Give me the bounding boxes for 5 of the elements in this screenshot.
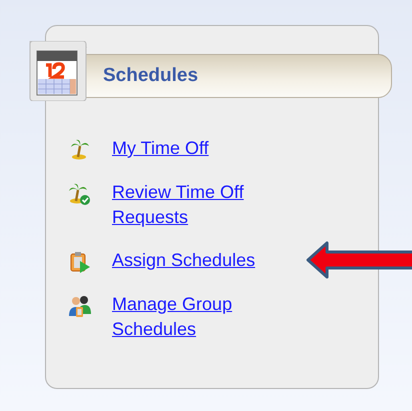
menu-link[interactable]: My Time Off xyxy=(112,136,292,161)
panel-title: Schedules xyxy=(103,65,198,87)
menu-link[interactable]: Manage Group Schedules xyxy=(112,292,292,342)
menu-link[interactable]: Review Time Off Requests xyxy=(112,180,292,230)
menu-link[interactable]: Assign Schedules xyxy=(112,248,292,273)
